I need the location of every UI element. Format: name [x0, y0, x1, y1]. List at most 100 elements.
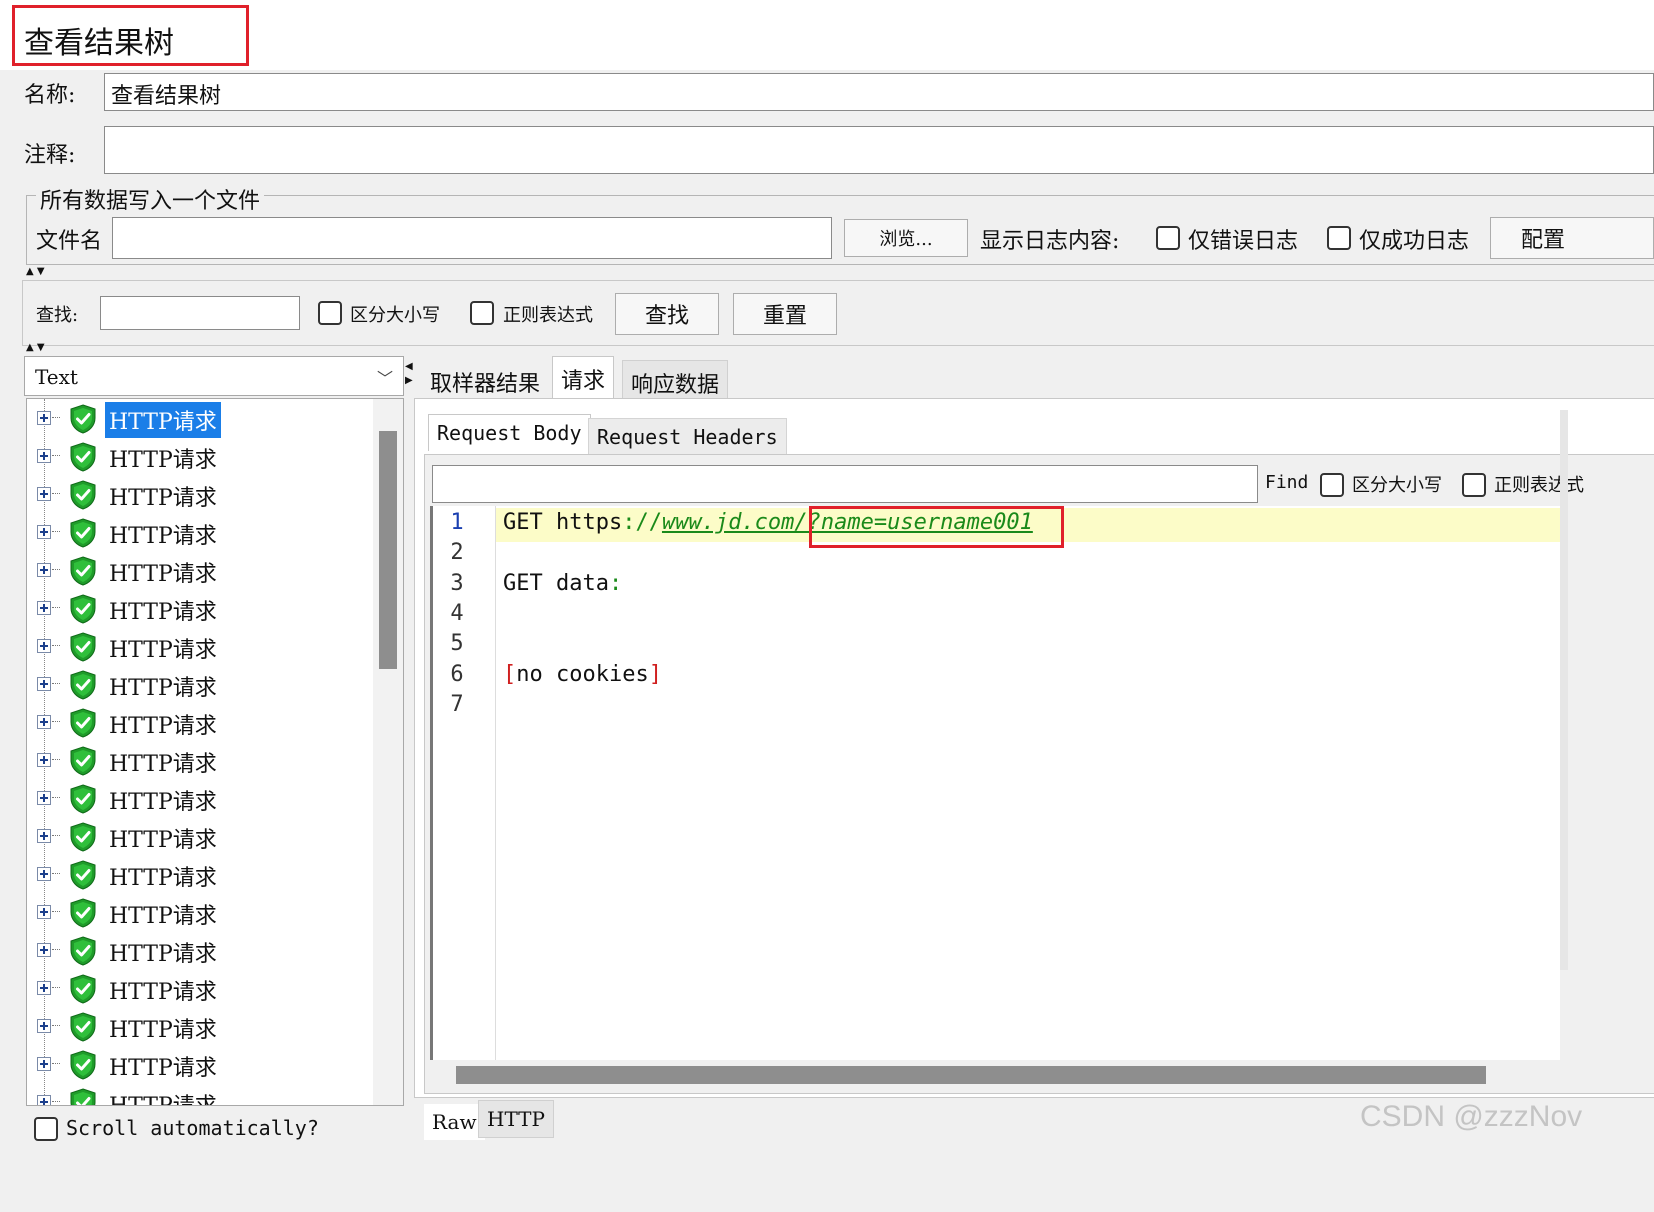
- tree-item-label: HTTP请求: [109, 904, 217, 929]
- splitter-arrows-top[interactable]: ▲ ▼: [26, 267, 45, 277]
- tree-item[interactable]: HTTP请求: [27, 1007, 367, 1045]
- expand-icon[interactable]: [37, 601, 51, 615]
- expand-icon[interactable]: [37, 905, 51, 919]
- tab-request[interactable]: 请求: [552, 356, 615, 401]
- success-shield-icon: [70, 556, 96, 586]
- scroll-auto-checkbox[interactable]: [34, 1117, 58, 1141]
- errors-only-checkbox[interactable]: [1156, 226, 1180, 250]
- tree-item[interactable]: HTTP请求: [27, 1045, 367, 1083]
- expand-icon[interactable]: [37, 943, 51, 957]
- tree-item[interactable]: HTTP请求: [27, 437, 367, 475]
- tree-item-label: HTTP请求: [109, 714, 217, 739]
- code-get-data: GET data: [503, 571, 609, 596]
- tree-item-label: HTTP请求: [109, 828, 217, 853]
- regex-checkbox[interactable]: [470, 301, 494, 325]
- success-shield-icon: [70, 594, 96, 624]
- tree-item[interactable]: HTTP请求: [27, 817, 367, 855]
- tab-http[interactable]: HTTP: [478, 1100, 554, 1138]
- tree-connector: [52, 835, 60, 836]
- tree-item[interactable]: HTTP请求: [27, 475, 367, 513]
- editor-horizontal-scrollbar-thumb[interactable]: [456, 1066, 1486, 1084]
- success-shield-icon: [70, 1012, 96, 1042]
- tree-item[interactable]: HTTP请求: [27, 779, 367, 817]
- expand-icon[interactable]: [37, 677, 51, 691]
- expand-icon[interactable]: [37, 829, 51, 843]
- expand-icon[interactable]: [37, 791, 51, 805]
- tree-connector: [52, 721, 60, 722]
- expand-icon[interactable]: [37, 753, 51, 767]
- code-editor[interactable]: 1 2 3 4 5 6 7 GET https://www.jd.com/?na…: [430, 506, 1560, 1060]
- tree-item[interactable]: HTTP请求: [27, 399, 367, 438]
- tree-item[interactable]: HTTP请求: [27, 931, 367, 969]
- success-shield-icon: [70, 974, 96, 1004]
- tab-raw[interactable]: Raw: [424, 1104, 485, 1140]
- success-shield-icon: [70, 746, 96, 776]
- tree-rows: HTTP请求 HTTP请求 HTTP请求 HTTP请求 HTTP请求 HTTP请求 HTTP…: [27, 399, 377, 1105]
- tree-item-label: HTTP请求: [109, 638, 217, 663]
- tree-item[interactable]: HTTP请求: [27, 703, 367, 741]
- tree-item[interactable]: HTTP请求: [27, 513, 367, 551]
- code-colon: :: [608, 571, 623, 596]
- tree-item[interactable]: HTTP请求: [27, 893, 367, 931]
- body-find-regex-checkbox[interactable]: [1462, 473, 1486, 497]
- body-find-input[interactable]: [432, 465, 1258, 503]
- filename-label: 文件名: [36, 229, 103, 254]
- tree-connector: [52, 797, 60, 798]
- tree-item[interactable]: HTTP请求: [27, 969, 367, 1007]
- tree-item-label: HTTP请求: [109, 676, 217, 701]
- expand-icon[interactable]: [37, 525, 51, 539]
- tree-item[interactable]: HTTP请求: [27, 665, 367, 703]
- comment-field[interactable]: [104, 126, 1654, 174]
- expand-icon[interactable]: [37, 1019, 51, 1033]
- success-shield-icon: [70, 1050, 96, 1080]
- expand-icon[interactable]: [37, 487, 51, 501]
- tree-item[interactable]: HTTP请求: [27, 589, 367, 627]
- body-find-case-checkbox[interactable]: [1320, 473, 1344, 497]
- expand-icon[interactable]: [37, 867, 51, 881]
- tree-item[interactable]: HTTP请求: [27, 627, 367, 665]
- editor-vertical-scrollbar[interactable]: [1560, 410, 1568, 970]
- case-sensitive-label: 区分大小写: [350, 305, 440, 326]
- config-button[interactable]: 配置: [1490, 217, 1654, 259]
- tree-connector: [52, 683, 60, 684]
- subtab-request-body[interactable]: Request Body: [428, 414, 591, 451]
- subtab-request-headers[interactable]: Request Headers: [588, 418, 787, 456]
- renderer-select[interactable]: Text ﹀: [24, 356, 404, 396]
- line-number: 5: [450, 631, 464, 656]
- results-tree: HTTP请求 HTTP请求 HTTP请求 HTTP请求 HTTP请求 HTTP请求 HTTP…: [26, 398, 404, 1106]
- tree-item[interactable]: HTTP请求: [27, 551, 367, 589]
- tree-connector: [52, 417, 60, 418]
- success-only-checkbox[interactable]: [1327, 226, 1351, 250]
- expand-icon[interactable]: [37, 715, 51, 729]
- reset-button[interactable]: 重置: [733, 293, 837, 335]
- tree-item[interactable]: HTTP请求: [27, 741, 367, 779]
- url-param-highlight-box: [809, 506, 1064, 548]
- expand-icon[interactable]: [37, 411, 51, 425]
- body-find-regex-label: 正则表达式: [1494, 475, 1584, 496]
- tree-connector: [52, 607, 60, 608]
- case-sensitive-checkbox[interactable]: [318, 301, 342, 325]
- tree-connector: [52, 873, 60, 874]
- name-field[interactable]: 查看结果树: [104, 73, 1654, 111]
- expand-icon[interactable]: [37, 639, 51, 653]
- splitter-arrows-vertical[interactable]: ◀ ▶: [405, 360, 413, 388]
- search-input[interactable]: [100, 296, 300, 330]
- filename-field[interactable]: [112, 217, 832, 259]
- success-only-label: 仅成功日志: [1359, 229, 1470, 254]
- browse-button[interactable]: 浏览...: [844, 219, 968, 257]
- tree-scrollbar-thumb[interactable]: [379, 431, 397, 669]
- splitter-arrows-mid[interactable]: ▲ ▼: [26, 343, 45, 353]
- tree-connector: [52, 949, 60, 950]
- expand-icon[interactable]: [37, 563, 51, 577]
- tree-item-label: HTTP请求: [109, 752, 217, 777]
- tree-item[interactable]: HTTP请求: [27, 855, 367, 893]
- tree-connector: [52, 493, 60, 494]
- tree-item[interactable]: HTTP请求: [27, 1083, 367, 1105]
- find-button[interactable]: 查找: [615, 293, 719, 335]
- expand-icon[interactable]: [37, 1095, 51, 1105]
- expand-icon[interactable]: [37, 981, 51, 995]
- expand-icon[interactable]: [37, 449, 51, 463]
- success-shield-icon: [70, 936, 96, 966]
- tree-item-label: HTTP请求: [109, 1056, 217, 1081]
- expand-icon[interactable]: [37, 1057, 51, 1071]
